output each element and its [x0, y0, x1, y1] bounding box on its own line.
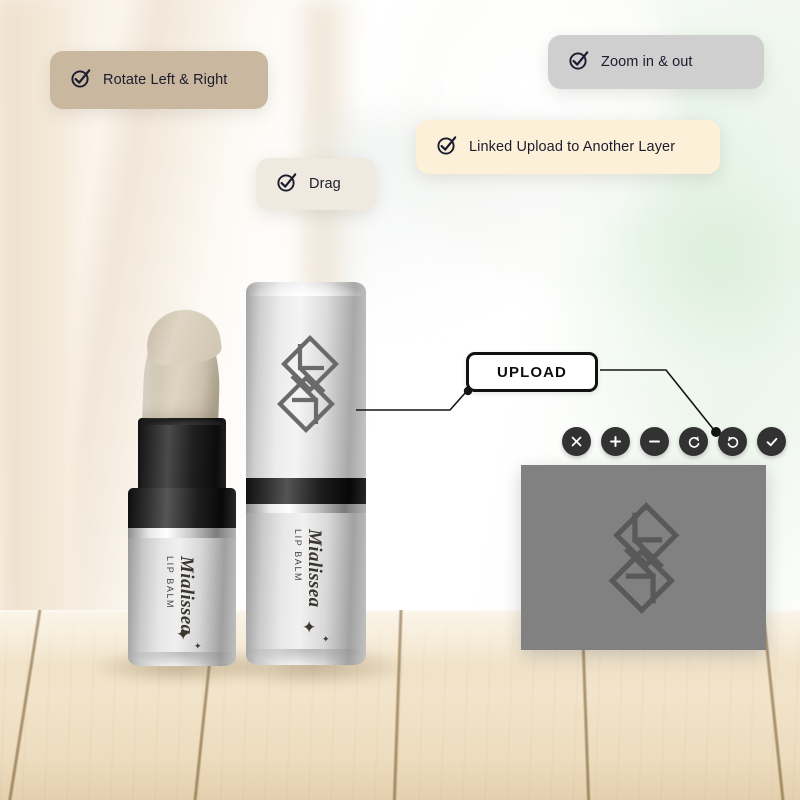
- check-circle-icon: [276, 171, 298, 198]
- feature-chip-label: Drag: [309, 176, 341, 192]
- feature-chip-zoom[interactable]: Zoom in & out: [548, 35, 764, 89]
- sparkle-icon: ✦: [302, 618, 317, 637]
- zoom-in-button[interactable]: [601, 427, 630, 456]
- feature-chip-label: Rotate Left & Right: [103, 72, 228, 88]
- close-icon: [571, 436, 582, 447]
- check-circle-icon: [70, 67, 92, 94]
- lipstick-base-body: Mialissea LIP BALM ✦ ✦: [246, 513, 366, 665]
- product-subtitle-left: LIP BALM: [165, 556, 175, 610]
- s-monogram-logo-icon: [277, 335, 339, 433]
- confirm-button[interactable]: [757, 427, 786, 456]
- rotate-left-button[interactable]: [718, 427, 747, 456]
- image-placeholder-panel[interactable]: [521, 465, 766, 650]
- product-capped-lipstick: Mialissea LIP BALM ✦ ✦: [246, 282, 372, 670]
- plus-icon: [610, 436, 621, 447]
- sparkle-icon: ✦: [176, 625, 191, 644]
- feature-chip-drag[interactable]: Drag: [256, 158, 376, 210]
- zoom-out-button[interactable]: [640, 427, 669, 456]
- feature-chip-label: Zoom in & out: [601, 54, 693, 70]
- check-circle-icon: [568, 49, 590, 76]
- product-open-lipstick: Mialissea LIP BALM ✦ ✦: [124, 300, 244, 670]
- close-button[interactable]: [562, 427, 591, 456]
- check-circle-icon: [436, 134, 458, 161]
- product-subtitle-right: LIP BALM: [293, 529, 303, 583]
- feature-chip-linked-upload[interactable]: Linked Upload to Another Layer: [416, 120, 720, 174]
- sparkle-icon: ✦: [194, 641, 202, 651]
- s-monogram-logo-icon: [608, 501, 679, 614]
- scene-canvas: Mialissea LIP BALM ✦ ✦ Mialissea LIP BAL…: [0, 0, 800, 800]
- product-brand-name-right: Mialissea: [304, 529, 325, 608]
- rotate-left-icon: [727, 435, 738, 448]
- sparkle-icon: ✦: [322, 634, 330, 644]
- upload-button[interactable]: UPLOAD: [466, 352, 598, 392]
- feature-chip-rotate[interactable]: Rotate Left & Right: [50, 51, 268, 109]
- lipstick-tube-body: Mialissea LIP BALM ✦ ✦: [128, 538, 236, 666]
- check-icon: [766, 437, 777, 446]
- upload-button-label: UPLOAD: [497, 363, 567, 381]
- feature-chip-label: Linked Upload to Another Layer: [469, 139, 676, 155]
- editor-toolbar: [562, 427, 786, 456]
- minus-icon: [649, 440, 660, 443]
- rotate-right-icon: [688, 435, 699, 448]
- product-brand-name-left: Mialissea: [176, 556, 197, 635]
- rotate-right-button[interactable]: [679, 427, 708, 456]
- lipstick-outer-collar: [128, 488, 236, 532]
